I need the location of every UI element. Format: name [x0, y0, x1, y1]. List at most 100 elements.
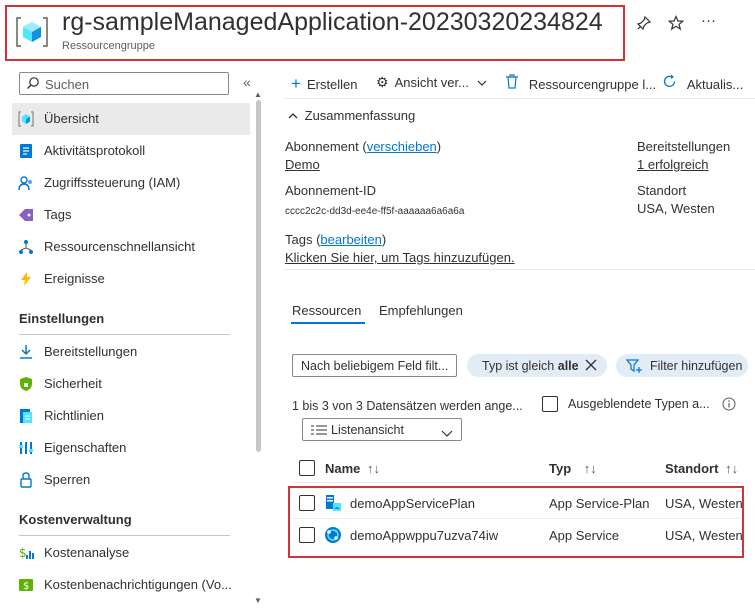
add-filter-label: Filter hinzufügen — [650, 359, 743, 373]
refresh-button[interactable]: Aktualis... — [662, 74, 743, 94]
sidebar-item-iam[interactable]: Zugriffssteuerung (IAM) — [12, 167, 250, 199]
page-subtitle: Ressourcengruppe — [62, 40, 155, 52]
essentials-toggle[interactable]: Zusammenfassung — [288, 108, 415, 123]
refresh-icon — [662, 74, 681, 92]
cost-analysis-icon: $ — [18, 545, 34, 561]
sidebar-item-tags[interactable]: Tags — [12, 199, 250, 231]
add-tags-link[interactable]: Klicken Sie hier, um Tags hinzuzufügen. — [285, 250, 515, 265]
column-header-type[interactable]: Typ ↑↓ — [549, 461, 597, 476]
sidebar-item-overview[interactable]: Übersicht — [12, 103, 250, 135]
pin-icon[interactable] — [636, 15, 652, 35]
filter-placeholder: Nach beliebigem Feld filt... — [301, 359, 449, 373]
info-icon[interactable] — [722, 397, 736, 414]
select-all-checkbox[interactable] — [299, 460, 315, 476]
essentials-divider — [285, 269, 755, 270]
filter-input[interactable]: Nach beliebigem Feld filt... — [292, 354, 457, 377]
app-service-icon — [324, 526, 342, 547]
sort-icon: ↑↓ — [367, 461, 381, 476]
cost-alerts-icon: $ — [18, 577, 34, 593]
chevron-up-icon — [288, 108, 302, 123]
list-view-label: Listenansicht — [331, 423, 404, 437]
sidebar-item-label: Bereitstellungen — [44, 344, 138, 359]
plus-icon: + — [291, 74, 301, 93]
show-hidden-types-label: Ausgeblendete Typen a... — [568, 397, 710, 411]
deployments-value-link[interactable]: 1 erfolgreich — [637, 157, 709, 172]
sidebar-item-events[interactable]: Ereignisse — [12, 263, 250, 295]
scroll-up-arrow[interactable]: ▲ — [254, 90, 262, 99]
search-placeholder: Suchen — [45, 77, 90, 92]
sidebar-item-label: Übersicht — [44, 111, 99, 126]
column-location-label: Standort — [665, 461, 719, 476]
tag-icon — [18, 207, 34, 223]
sidebar-search-input[interactable]: Suchen — [19, 72, 229, 95]
sidebar-item-visualizer[interactable]: Ressourcenschnellansicht — [12, 231, 250, 263]
table-row: demoAppServicePlan App Service-Plan USA,… — [293, 490, 743, 518]
sidebar-scrollbar[interactable] — [256, 100, 261, 452]
policy-icon — [18, 408, 34, 424]
show-hidden-types-checkbox[interactable] — [542, 396, 558, 412]
sidebar-item-label: Sicherheit — [44, 376, 102, 391]
lock-icon — [18, 472, 34, 488]
edit-view-label: Ansicht ver... — [394, 75, 469, 90]
close-icon[interactable] — [585, 359, 597, 374]
create-button[interactable]: + Erstellen — [291, 74, 358, 94]
table-row: demoAppwppu7uzva74iw App Service USA, We… — [293, 522, 743, 550]
row-divider — [293, 518, 740, 519]
sidebar-item-properties[interactable]: Eigenschaften — [12, 432, 250, 464]
shield-icon — [18, 376, 34, 392]
sort-icon: ↑↓ — [583, 461, 597, 476]
column-header-name[interactable]: Name ↑↓ — [325, 461, 380, 476]
trash-icon — [505, 74, 523, 92]
deployments-label: Bereitstellungen — [637, 139, 731, 154]
star-icon[interactable] — [667, 15, 685, 35]
chevron-down-icon — [441, 426, 453, 441]
sidebar-item-label: Kostenanalyse — [44, 545, 130, 560]
sidebar-item-security[interactable]: Sicherheit — [12, 368, 250, 400]
column-header-location[interactable]: Standort ↑↓ — [665, 461, 738, 476]
svg-text:$: $ — [19, 546, 27, 560]
row-checkbox[interactable] — [299, 527, 315, 543]
sidebar-item-deployments[interactable]: Bereitstellungen — [12, 336, 250, 368]
create-label: Erstellen — [306, 77, 358, 92]
move-subscription-link[interactable]: verschieben — [367, 139, 437, 154]
sidebar-item-policies[interactable]: Richtlinien — [12, 400, 250, 432]
subscription-id-label: Abonnement-ID — [285, 183, 377, 198]
sidebar-item-activity-log[interactable]: Aktivitätsprotokoll — [12, 135, 250, 167]
deployments-icon — [18, 344, 34, 360]
resource-group-icon — [15, 15, 49, 49]
tags-field: Tags (bearbeiten) — [285, 232, 387, 247]
delete-resource-group-button[interactable]: Ressourcengruppe l... — [505, 74, 656, 94]
sidebar-item-cost-analysis[interactable]: $ Kostenanalyse — [12, 537, 250, 569]
scroll-down-arrow[interactable]: ▼ — [254, 596, 262, 605]
visualizer-icon — [18, 239, 34, 255]
sidebar-item-label: Aktivitätsprotokoll — [44, 143, 146, 158]
edit-tags-link[interactable]: bearbeiten — [320, 232, 381, 247]
edit-view-button[interactable]: ⚙ Ansicht ver... — [376, 74, 487, 94]
resource-name-link[interactable]: demoAppwppu7uzva74iw — [350, 528, 498, 543]
type-filter-pill[interactable]: Typ ist gleich alle — [467, 354, 607, 377]
sidebar-item-label: Eigenschaften — [44, 440, 127, 455]
resource-type: App Service — [549, 528, 620, 543]
more-options-button[interactable]: ··· — [701, 12, 716, 29]
page-title: rg-sampleManagedApplication-202303202348… — [62, 8, 603, 36]
resource-location: USA, Westen — [665, 496, 743, 511]
log-icon — [18, 143, 34, 159]
sort-icon: ↑↓ — [725, 461, 739, 476]
tab-resources[interactable]: Ressourcen — [292, 303, 361, 318]
tab-active-indicator — [291, 322, 365, 324]
sidebar-item-cost-alerts[interactable]: $ Kostenbenachrichtigungen (Vo... — [12, 569, 250, 601]
column-name-label: Name — [325, 461, 361, 476]
chevron-down-icon — [477, 75, 487, 90]
subscription-value-link[interactable]: Demo — [285, 157, 320, 172]
resource-name-link[interactable]: demoAppServicePlan — [350, 496, 475, 511]
section-divider — [19, 535, 230, 536]
resource-type: App Service-Plan — [549, 496, 650, 511]
sidebar-item-locks[interactable]: Sperren — [12, 464, 250, 496]
app-service-plan-icon — [324, 494, 342, 515]
tab-recommendations[interactable]: Empfehlungen — [379, 303, 463, 318]
collapse-sidebar-button[interactable]: « — [243, 74, 251, 90]
list-view-dropdown[interactable]: Listenansicht — [302, 418, 462, 441]
add-filter-button[interactable]: Filter hinzufügen — [616, 354, 748, 377]
essentials-label: Zusammenfassung — [304, 108, 416, 123]
row-checkbox[interactable] — [299, 495, 315, 511]
